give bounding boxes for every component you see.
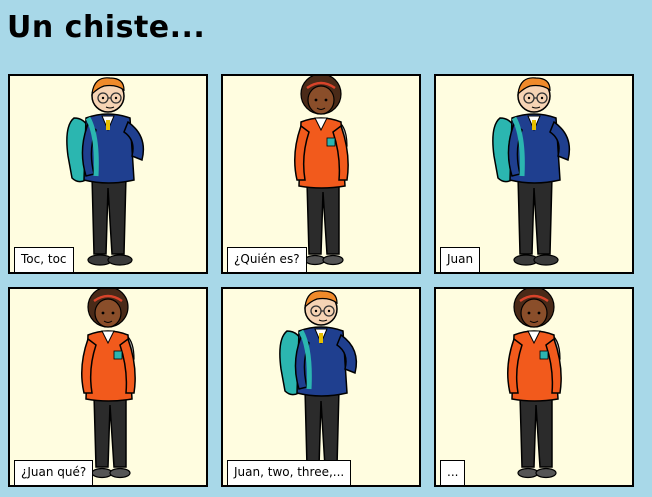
- comic-panel-6: ...: [434, 287, 634, 487]
- boy-character-illustration: [492, 77, 571, 266]
- panel-caption: Juan, two, three,...: [227, 460, 352, 485]
- comic-panel-3: Juan: [434, 74, 634, 274]
- page-title: Un chiste...: [7, 10, 206, 45]
- girl-character-illustration: [507, 289, 562, 479]
- comic-panel-4: ¿Juan qué?: [8, 287, 208, 487]
- panel-caption: ¿Quién es?: [227, 247, 307, 272]
- comic-panel-5: Juan, two, three,...: [221, 287, 421, 487]
- comic-panel-1: Toc, toc: [8, 74, 208, 274]
- panel-caption: Toc, toc: [14, 247, 74, 272]
- panel-caption: ¿Juan qué?: [14, 460, 94, 485]
- boy-character-illustration: [279, 290, 358, 479]
- comic-panel-2: ¿Quién es?: [221, 74, 421, 274]
- panel-caption: Juan: [440, 247, 481, 272]
- boy-character-illustration: [66, 77, 145, 266]
- girl-character-illustration: [81, 289, 136, 479]
- panel-caption: ...: [440, 460, 466, 485]
- girl-character-illustration: [294, 76, 349, 266]
